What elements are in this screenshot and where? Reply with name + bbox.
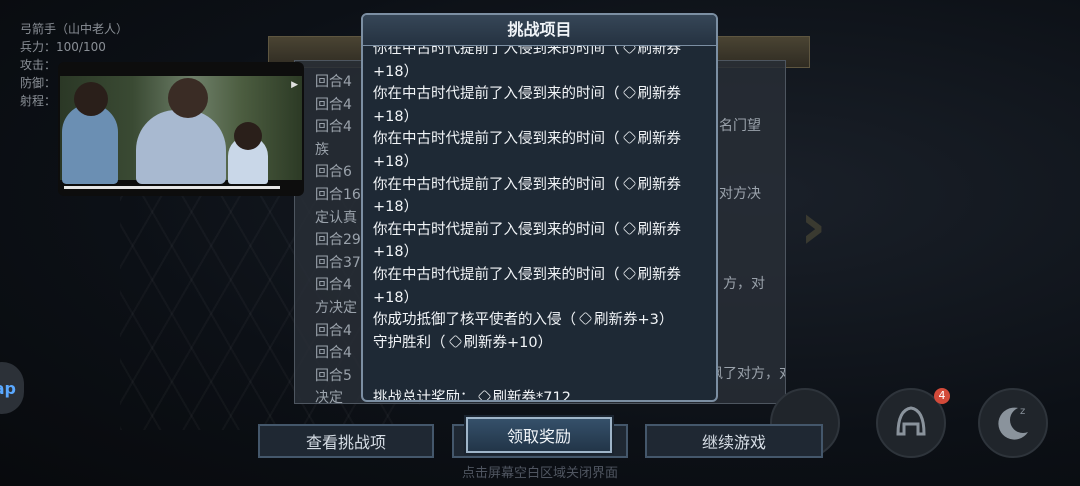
video-progress-bar[interactable]	[64, 186, 280, 189]
challenge-entry: 你在中古时代提前了入侵到来的时间（ 刷新券+18）	[373, 128, 708, 173]
battle-log-line: 定认真	[315, 209, 357, 226]
ticket-icon	[477, 389, 491, 400]
view-challenges-button[interactable]: 查看挑战项	[258, 424, 434, 458]
battle-log-line: 族	[315, 141, 329, 158]
challenge-entry-text: 你在中古时代提前了入侵到来的时间（	[373, 86, 620, 103]
claim-reward-button[interactable]: 领取奖励	[466, 417, 612, 453]
video-figure-head	[234, 122, 262, 150]
challenge-entry-text: 你在中古时代提前了入侵到来的时间（	[373, 221, 620, 238]
challenge-entry-text: 你成功抵御了核平使者的入侵（	[373, 312, 576, 329]
sleep-button[interactable]: z	[978, 388, 1048, 458]
ticket-icon	[578, 311, 593, 326]
ticket-icon	[622, 221, 636, 236]
video-logo-icon: ▶	[291, 80, 298, 90]
continue-game-button[interactable]: 继续游戏	[645, 424, 823, 458]
total-reward-value: 刷新券*712	[492, 390, 571, 401]
challenge-entry-text: 你在中古时代提前了入侵到来的时间（	[373, 46, 620, 57]
battle-log-line: 回合4	[315, 277, 352, 294]
challenge-modal: 挑战项目 你在中古时代提前了入侵到来的时间（ 刷新券+18） 你在中古时代提前了入侵…	[361, 13, 718, 402]
video-figure-head	[74, 82, 108, 116]
challenge-entry-text: 刷新券+3）	[594, 312, 674, 329]
challenge-entry: 你成功抵御了核平使者的入侵（ 刷新券+3）	[373, 309, 708, 332]
challenge-entry: 守护胜利（ 刷新券+10）	[373, 332, 708, 355]
unit-stat-line: 弓箭手（山中老人）	[20, 22, 129, 36]
ticket-icon	[622, 85, 636, 100]
battle-log-line: 回合4	[315, 322, 352, 339]
challenge-entry: 你在中古时代提前了入侵到来的时间（ 刷新券+18）	[373, 264, 708, 309]
battle-log-line: 回合4	[315, 345, 352, 362]
video-figure	[62, 104, 118, 184]
challenge-entry: 你在中古时代提前了入侵到来的时间（ 刷新券+18）	[373, 174, 708, 219]
total-reward-line: 挑战总计奖励： 刷新券*712	[373, 386, 571, 401]
ticket-icon	[622, 46, 636, 55]
battle-log-line: 回合4	[315, 119, 352, 136]
challenge-entry-text: 守护胜利（	[373, 334, 446, 351]
challenge-entry: 你在中古时代提前了入侵到来的时间（ 刷新券+18）	[373, 219, 708, 264]
challenge-entry-text: 你在中古时代提前了入侵到来的时间（	[373, 131, 620, 148]
challenge-entry-text: 你在中古时代提前了入侵到来的时间（	[373, 176, 620, 193]
battle-log-line: 回合29	[315, 232, 361, 249]
battle-log-line: 回合6	[315, 164, 352, 181]
tap-label: ap	[0, 378, 16, 398]
battle-log-fragment: 名门望	[719, 118, 761, 134]
battle-log-line: 方决定	[315, 300, 357, 316]
battle-log-line: 回合16	[315, 187, 361, 203]
video-figure	[136, 110, 226, 184]
video-overlay[interactable]: ▶	[58, 62, 304, 196]
battle-log-line: 回合4	[315, 74, 352, 90]
battle-log-line: 回合37	[315, 254, 361, 271]
moon-icon: z	[998, 406, 1028, 440]
ticket-icon	[622, 130, 636, 145]
challenge-entry: 你在中古时代提前了入侵到来的时间（ 刷新券+18）	[373, 46, 708, 83]
battle-log-line: 回合5	[315, 367, 352, 384]
challenge-entry-text: 刷新券+10）	[463, 334, 553, 351]
modal-title: 挑战项目	[363, 15, 716, 46]
total-reward-label: 挑战总计奖励：	[373, 390, 475, 401]
battle-log-line: 回合4	[315, 96, 352, 113]
battle-log-fragment: 方，对	[723, 276, 765, 292]
challenge-entry: 你在中古时代提前了入侵到来的时间（ 刷新券+18）	[373, 83, 708, 128]
video-figure-head	[168, 78, 208, 118]
chevron-right-icon[interactable]: ›	[800, 190, 826, 264]
notification-badge: 4	[934, 388, 950, 404]
battle-log-fragment: 对方决	[719, 186, 761, 202]
ticket-icon	[448, 334, 462, 349]
challenge-list[interactable]: 你在中古时代提前了入侵到来的时间（ 刷新券+18） 你在中古时代提前了入侵到来的时间…	[373, 46, 708, 401]
video-frame	[60, 76, 302, 184]
ticket-icon	[622, 266, 636, 281]
ticket-icon	[622, 176, 636, 190]
unit-stat-line: 兵力：100/100	[20, 40, 106, 54]
battle-log-line: 决定	[315, 390, 343, 404]
svg-text:z: z	[1020, 406, 1025, 417]
challenge-entry-text: 你在中古时代提前了入侵到来的时间（	[373, 266, 620, 283]
close-hint-text: 点击屏幕空白区域关闭界面	[461, 466, 618, 481]
